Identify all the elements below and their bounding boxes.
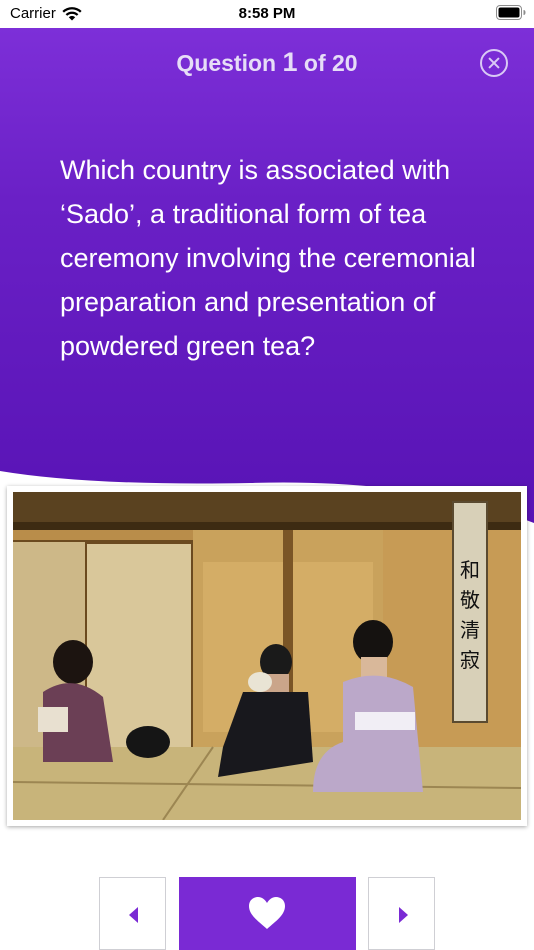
question-counter-suffix: of 20 <box>303 50 358 76</box>
question-counter-prefix: Question <box>176 50 277 76</box>
question-counter: Question 1 of 20 <box>0 47 534 78</box>
scroll-character-4: 寂 <box>460 648 480 672</box>
tea-ceremony-photo: 和 敬 清 寂 <box>13 492 521 820</box>
question-text: Which country is associated with ‘Sado’,… <box>60 155 476 361</box>
triangle-right-icon <box>399 907 408 923</box>
next-question-button[interactable] <box>368 877 435 950</box>
heart-icon <box>249 897 285 929</box>
question-number: 1 <box>282 47 298 77</box>
scroll-character-3: 清 <box>460 618 480 642</box>
question-photo-frame: 和 敬 清 寂 <box>7 486 527 826</box>
favorite-button[interactable] <box>179 877 356 950</box>
close-icon[interactable] <box>480 49 508 77</box>
scroll-character-1: 和 <box>460 558 480 582</box>
scroll-character-2: 敬 <box>460 588 480 612</box>
tea-ceremony-illustration: 和 敬 清 寂 <box>13 492 521 820</box>
triangle-left-icon <box>129 907 138 923</box>
previous-question-button[interactable] <box>99 877 166 950</box>
